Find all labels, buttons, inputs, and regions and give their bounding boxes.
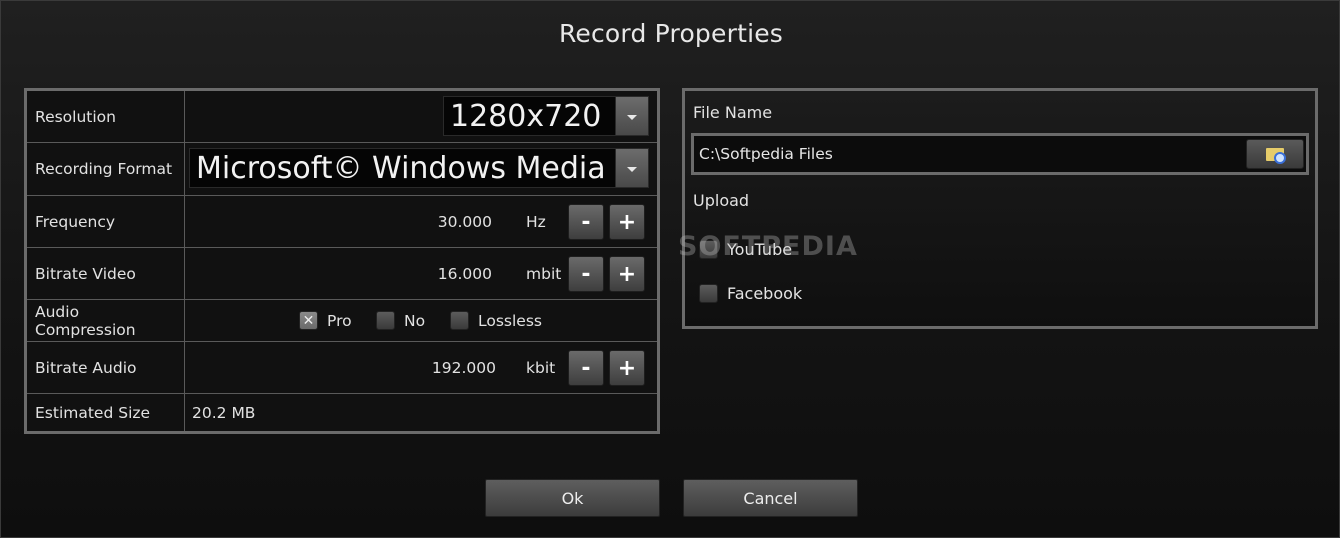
- dialog-title: Record Properties: [558, 19, 784, 48]
- estimated-size-value: 20.2 MB: [192, 403, 256, 422]
- upload-facebook-option[interactable]: Facebook: [699, 284, 802, 303]
- bitrate-video-cell: 16.000 mbit - +: [186, 248, 657, 299]
- bitrate-audio-increment-button[interactable]: +: [609, 350, 645, 386]
- resolution-cell: 1280x720: [186, 91, 657, 142]
- bitrate-audio-row: Bitrate Audio 192.000 kbit - +: [27, 342, 657, 394]
- recording-format-dropdown-button[interactable]: [615, 149, 648, 187]
- bitrate-video-increment-button[interactable]: +: [609, 256, 645, 292]
- bitrate-audio-label: Bitrate Audio: [27, 342, 185, 393]
- checkbox-unchecked[interactable]: [699, 284, 718, 303]
- bitrate-audio-cell: 192.000 kbit - +: [186, 342, 657, 393]
- frequency-decrement-button[interactable]: -: [568, 204, 604, 240]
- frequency-row: Frequency 30.000 Hz - +: [27, 196, 657, 248]
- folder-search-icon: [1266, 147, 1286, 164]
- browse-folder-button[interactable]: [1246, 139, 1304, 169]
- bitrate-video-unit: mbit: [526, 264, 562, 283]
- frequency-label: Frequency: [27, 196, 185, 247]
- cancel-button[interactable]: Cancel: [683, 479, 858, 517]
- ok-button[interactable]: Ok: [485, 479, 660, 517]
- estimated-size-label: Estimated Size: [27, 394, 185, 431]
- chevron-down-icon: [627, 114, 637, 120]
- softpedia-watermark: SOFTPEDIA: [678, 231, 858, 262]
- bitrate-audio-value[interactable]: 192.000: [432, 342, 496, 393]
- resolution-row: Resolution 1280x720: [27, 91, 657, 143]
- frequency-cell: 30.000 Hz - +: [186, 196, 657, 247]
- audio-compression-pro-label: Pro: [327, 311, 352, 330]
- checkbox-checked[interactable]: ✕: [299, 311, 318, 330]
- frequency-increment-button[interactable]: +: [609, 204, 645, 240]
- bitrate-video-row: Bitrate Video 16.000 mbit - +: [27, 248, 657, 300]
- bitrate-video-label: Bitrate Video: [27, 248, 185, 299]
- audio-compression-lossless-label: Lossless: [478, 311, 542, 330]
- frequency-unit: Hz: [526, 212, 546, 231]
- file-name-label: File Name: [693, 103, 773, 122]
- upload-label: Upload: [693, 191, 750, 210]
- recording-format-row: Recording Format Microsoft© Windows Medi…: [27, 143, 657, 196]
- recording-format-value: Microsoft© Windows Media 8: [196, 151, 635, 186]
- checkbox-unchecked[interactable]: [376, 311, 395, 330]
- file-path-value: C:\Softpedia Files: [699, 145, 833, 163]
- resolution-label: Resolution: [27, 91, 185, 142]
- properties-table: Resolution 1280x720 Recording Format Mic…: [24, 88, 660, 434]
- bitrate-video-value[interactable]: 16.000: [438, 248, 492, 299]
- recording-format-select[interactable]: Microsoft© Windows Media 8: [189, 148, 649, 188]
- chevron-down-icon: [627, 166, 637, 172]
- recording-format-cell: Microsoft© Windows Media 8: [186, 143, 657, 195]
- bitrate-audio-unit: kbit: [526, 358, 556, 377]
- file-path-field[interactable]: C:\Softpedia Files: [691, 133, 1309, 175]
- bitrate-audio-decrement-button[interactable]: -: [568, 350, 604, 386]
- audio-compression-pro-option[interactable]: ✕ Pro: [299, 300, 352, 341]
- audio-compression-row: Audio Compression ✕ Pro No Lossless: [27, 300, 657, 342]
- resolution-dropdown-button[interactable]: [615, 97, 648, 135]
- audio-compression-no-option[interactable]: No: [376, 300, 425, 341]
- recording-format-label: Recording Format: [27, 143, 185, 195]
- frequency-value[interactable]: 30.000: [438, 196, 492, 247]
- audio-compression-no-label: No: [404, 311, 426, 330]
- resolution-select[interactable]: 1280x720: [443, 96, 649, 136]
- estimated-size-row: Estimated Size 20.2 MB: [27, 394, 657, 431]
- upload-facebook-label: Facebook: [727, 284, 803, 303]
- checkbox-unchecked[interactable]: [450, 311, 469, 330]
- output-panel: File Name C:\Softpedia Files Upload YouT…: [682, 88, 1318, 329]
- resolution-value: 1280x720: [450, 99, 602, 134]
- audio-compression-lossless-option[interactable]: Lossless: [450, 300, 542, 341]
- audio-compression-label: Audio Compression: [27, 300, 185, 341]
- record-properties-dialog: Record Properties Resolution 1280x720 Re…: [0, 0, 1340, 538]
- bitrate-video-decrement-button[interactable]: -: [568, 256, 604, 292]
- audio-compression-cell: ✕ Pro No Lossless: [186, 300, 657, 341]
